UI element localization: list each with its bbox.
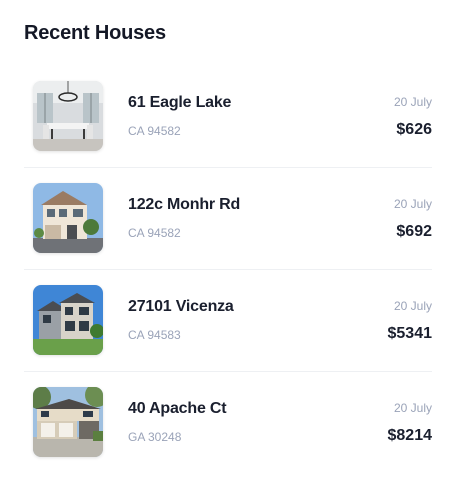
interior-dining-room-photo <box>33 81 103 151</box>
house-zip: CA 94583 <box>128 328 181 342</box>
house-thumbnail[interactable] <box>33 183 103 253</box>
house-price: $692 <box>396 223 432 240</box>
house-exterior-photo <box>33 387 103 457</box>
house-address: 122c Monhr Rd <box>128 196 241 213</box>
house-row[interactable]: 27101 Vicenza CA 94583 20 July $5341 <box>24 270 432 372</box>
section-title: Recent Houses <box>24 22 166 44</box>
house-date: 20 July <box>393 299 432 313</box>
house-thumbnail[interactable] <box>33 285 103 355</box>
house-price: $626 <box>396 121 432 138</box>
house-address: 61 Eagle Lake <box>128 94 232 111</box>
house-zip: CA 94582 <box>128 124 181 138</box>
house-date: 20 July <box>393 95 432 109</box>
house-date: 20 July <box>393 197 432 211</box>
house-row[interactable]: 40 Apache Ct GA 30248 20 July $8214 <box>24 372 432 474</box>
house-address: 40 Apache Ct <box>128 400 227 417</box>
house-price: $5341 <box>387 325 433 342</box>
house-price: $8214 <box>387 427 433 444</box>
house-thumbnail[interactable] <box>33 387 103 457</box>
house-exterior-photo <box>33 183 103 253</box>
house-date: 20 July <box>393 401 432 415</box>
house-row[interactable]: 61 Eagle Lake CA 94582 20 July $626 <box>24 66 432 168</box>
house-address: 27101 Vicenza <box>128 298 234 315</box>
house-zip: GA 30248 <box>128 430 182 444</box>
house-thumbnail[interactable] <box>33 81 103 151</box>
houses-list: 61 Eagle Lake CA 94582 20 July $626 122c… <box>24 66 432 474</box>
house-exterior-photo <box>33 285 103 355</box>
recent-houses-card: Recent Houses 61 Eagle Lake CA 94582 20 … <box>0 0 456 480</box>
house-row[interactable]: 122c Monhr Rd CA 94582 20 July $692 <box>24 168 432 270</box>
house-zip: CA 94582 <box>128 226 181 240</box>
